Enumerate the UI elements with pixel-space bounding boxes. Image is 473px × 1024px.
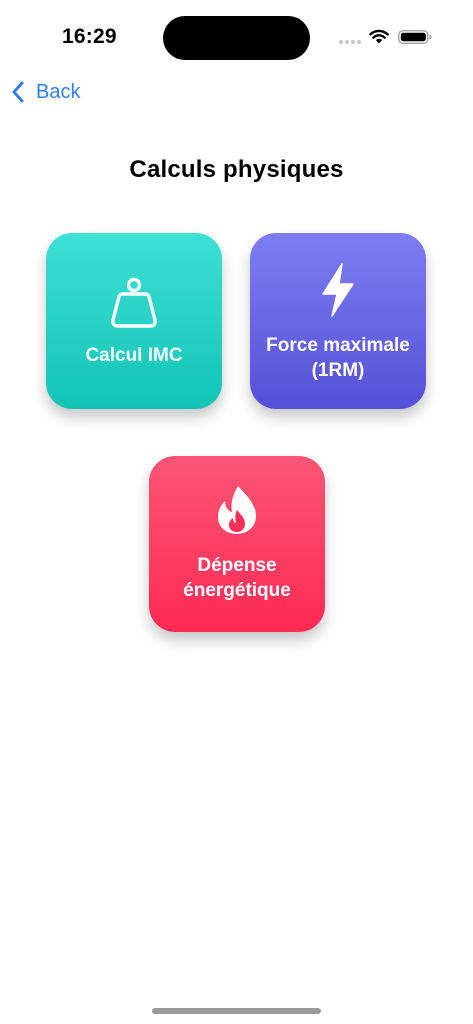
cellular-signal-icon bbox=[339, 40, 363, 44]
one-rep-max-tile[interactable]: Force maximale (1RM) bbox=[250, 233, 426, 409]
status-bar: 16:29 bbox=[0, 0, 473, 60]
chevron-left-icon bbox=[12, 81, 24, 103]
bmi-tile-label: Calcul IMC bbox=[85, 345, 183, 366]
bolt-icon bbox=[250, 263, 426, 317]
home-indicator[interactable] bbox=[152, 1008, 321, 1014]
wifi-icon bbox=[369, 29, 389, 44]
scale-weight-icon bbox=[46, 277, 222, 329]
flame-icon bbox=[149, 484, 325, 536]
page-title: Calculs physiques bbox=[129, 156, 344, 183]
bmi-calculator-tile[interactable]: Calcul IMC bbox=[46, 233, 222, 409]
status-time: 16:29 bbox=[62, 25, 117, 48]
back-button[interactable]: Back bbox=[8, 76, 80, 108]
dynamic-island bbox=[163, 16, 310, 60]
energy-expenditure-tile[interactable]: Dépense énergétique bbox=[149, 456, 325, 632]
one-rep-max-tile-label: Force maximale (1RM) bbox=[266, 335, 410, 381]
back-label: Back bbox=[36, 80, 81, 103]
energy-tile-label: Dépense énergétique bbox=[183, 555, 291, 601]
battery-icon bbox=[398, 30, 432, 44]
